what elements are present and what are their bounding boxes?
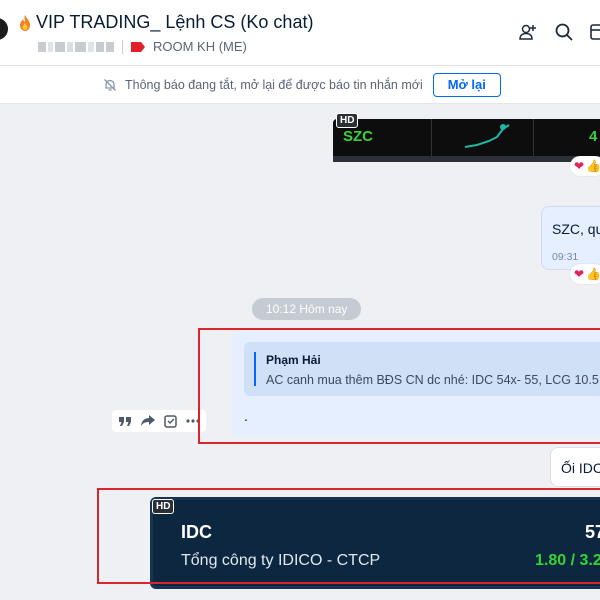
reaction-bar[interactable]: ❤ 👍	[570, 156, 600, 176]
group-title[interactable]: VIP TRADING_ Lệnh CS (Ko chat)	[36, 12, 313, 33]
divider	[431, 119, 432, 159]
heart-icon: ❤	[574, 267, 585, 281]
szc-value: 4	[589, 128, 598, 145]
highlight-box	[97, 488, 600, 584]
room-label[interactable]: ROOM KH (ME)	[153, 39, 247, 54]
divider	[122, 39, 123, 54]
bell-off-icon	[104, 78, 116, 91]
group-avatar[interactable]	[0, 18, 8, 40]
layout-icon[interactable]	[590, 22, 600, 42]
fire-icon	[20, 14, 30, 31]
blurred-member-name	[38, 40, 114, 54]
header-actions	[518, 22, 600, 42]
message-actions	[112, 410, 206, 432]
szc-chart-image[interactable]: SZC 4	[333, 119, 600, 159]
message-text: Ối IDC	[561, 460, 600, 476]
message-time: 09:31	[552, 251, 579, 263]
thumbs-up-icon: 👍	[586, 159, 600, 173]
highlight-box	[198, 328, 600, 444]
szc-ticker: SZC	[343, 128, 373, 145]
tag-icon	[131, 41, 145, 52]
quote-icon[interactable]	[118, 414, 132, 428]
task-icon[interactable]	[164, 414, 178, 428]
divider	[533, 119, 534, 159]
image-footer	[333, 156, 600, 162]
search-icon[interactable]	[554, 22, 574, 42]
sparkline	[464, 124, 510, 148]
reopen-notifications-button[interactable]: Mở lại	[432, 72, 501, 97]
hd-badge: HD	[336, 113, 359, 128]
chat-header: VIP TRADING_ Lệnh CS (Ko chat) ROOM KH (…	[0, 0, 600, 66]
thumbs-up-icon: 👍	[586, 267, 600, 281]
date-separator: 10:12 Hôm nay	[252, 298, 362, 320]
message-text: SZC, qu	[552, 221, 600, 237]
notification-text: Thông báo đang tắt, mở lại để được báo t…	[125, 77, 423, 92]
share-icon[interactable]	[140, 414, 156, 428]
header-subtitle: ROOM KH (ME)	[38, 39, 247, 54]
message-list[interactable]: SZC 4 HD ❤ 👍 SZC, qu 09:31 ❤ 👍 10:12 Hôm…	[0, 104, 600, 600]
reaction-bar[interactable]: ❤ 👍	[570, 264, 600, 284]
message-bubble[interactable]: Ối IDC	[550, 447, 600, 487]
message-bubble[interactable]: SZC, qu 09:31	[541, 206, 600, 270]
notification-banner: Thông báo đang tắt, mở lại để được báo t…	[0, 66, 600, 104]
add-member-icon[interactable]	[518, 22, 538, 42]
heart-icon: ❤	[574, 159, 585, 173]
title-row: VIP TRADING_ Lệnh CS (Ko chat)	[18, 12, 313, 33]
